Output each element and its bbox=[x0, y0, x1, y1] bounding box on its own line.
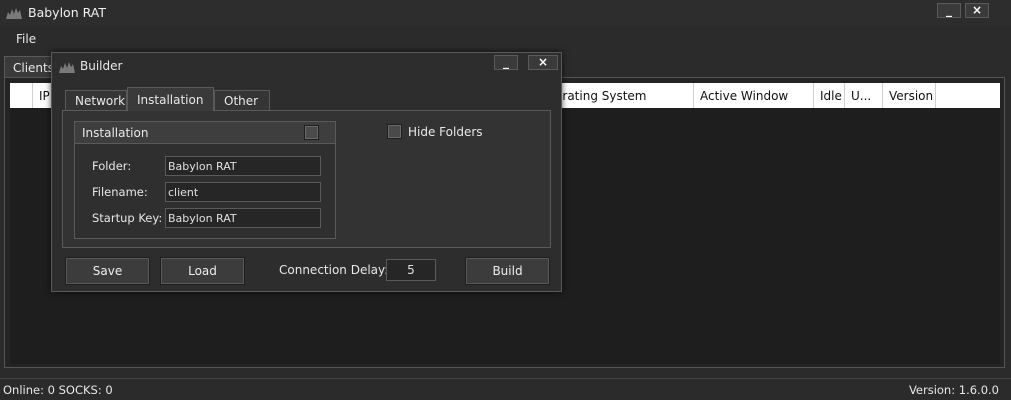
column-active-window[interactable]: Active Window bbox=[693, 83, 813, 108]
startup-key-label: Startup Key: bbox=[92, 211, 163, 225]
app-logo-icon bbox=[6, 7, 22, 22]
load-button[interactable]: Load bbox=[160, 257, 245, 285]
hide-folders-label: Hide Folders bbox=[408, 125, 483, 139]
hide-folders-checkbox[interactable] bbox=[387, 124, 402, 139]
tab-other[interactable]: Other bbox=[214, 90, 270, 110]
filename-input[interactable] bbox=[165, 182, 321, 202]
column-user[interactable]: U... bbox=[844, 83, 882, 108]
connection-delay-label: Connection Delay: bbox=[279, 263, 389, 277]
column-operating-system[interactable]: erating System bbox=[555, 83, 693, 108]
installation-group-title: Installation bbox=[82, 126, 149, 140]
build-button[interactable]: Build bbox=[465, 257, 550, 285]
app-logo-icon bbox=[59, 61, 75, 76]
installation-group-header: Installation bbox=[75, 122, 335, 144]
tab-network[interactable]: Network bbox=[65, 90, 127, 110]
status-version: Version: 1.6.0.0 bbox=[908, 383, 999, 397]
tab-clients[interactable]: Clients bbox=[4, 56, 56, 78]
title-bar: Babylon RAT _ × bbox=[0, 0, 1011, 26]
window-title: Babylon RAT bbox=[28, 5, 106, 20]
installation-group: Installation Folder: Filename: Startup K… bbox=[74, 121, 336, 239]
save-button[interactable]: Save bbox=[65, 257, 150, 285]
builder-title: Builder bbox=[80, 59, 123, 73]
tab-installation[interactable]: Installation bbox=[127, 87, 214, 111]
menu-bar: File bbox=[0, 28, 1011, 50]
builder-close-button[interactable]: × bbox=[528, 55, 558, 70]
folder-input[interactable] bbox=[165, 156, 321, 176]
folder-label: Folder: bbox=[92, 159, 132, 173]
close-button[interactable]: × bbox=[965, 3, 989, 18]
column-version[interactable]: Version bbox=[882, 83, 936, 108]
startup-key-input[interactable] bbox=[165, 208, 321, 228]
filename-label: Filename: bbox=[92, 185, 148, 199]
installation-tab-panel: Installation Folder: Filename: Startup K… bbox=[62, 110, 551, 248]
minimize-button[interactable]: _ bbox=[937, 3, 961, 18]
menu-file[interactable]: File bbox=[16, 32, 36, 46]
builder-minimize-button[interactable]: _ bbox=[494, 55, 518, 70]
connection-delay-input[interactable] bbox=[386, 259, 436, 281]
builder-dialog: Builder _ × Network Installation Other I… bbox=[51, 52, 562, 292]
column-idle[interactable]: Idle bbox=[813, 83, 844, 108]
installation-enable-checkbox[interactable] bbox=[304, 125, 319, 140]
status-bar: Online: 0 SOCKS: 0 Version: 1.6.0.0 bbox=[0, 378, 1011, 400]
status-online-count: Online: 0 SOCKS: 0 bbox=[3, 383, 113, 397]
